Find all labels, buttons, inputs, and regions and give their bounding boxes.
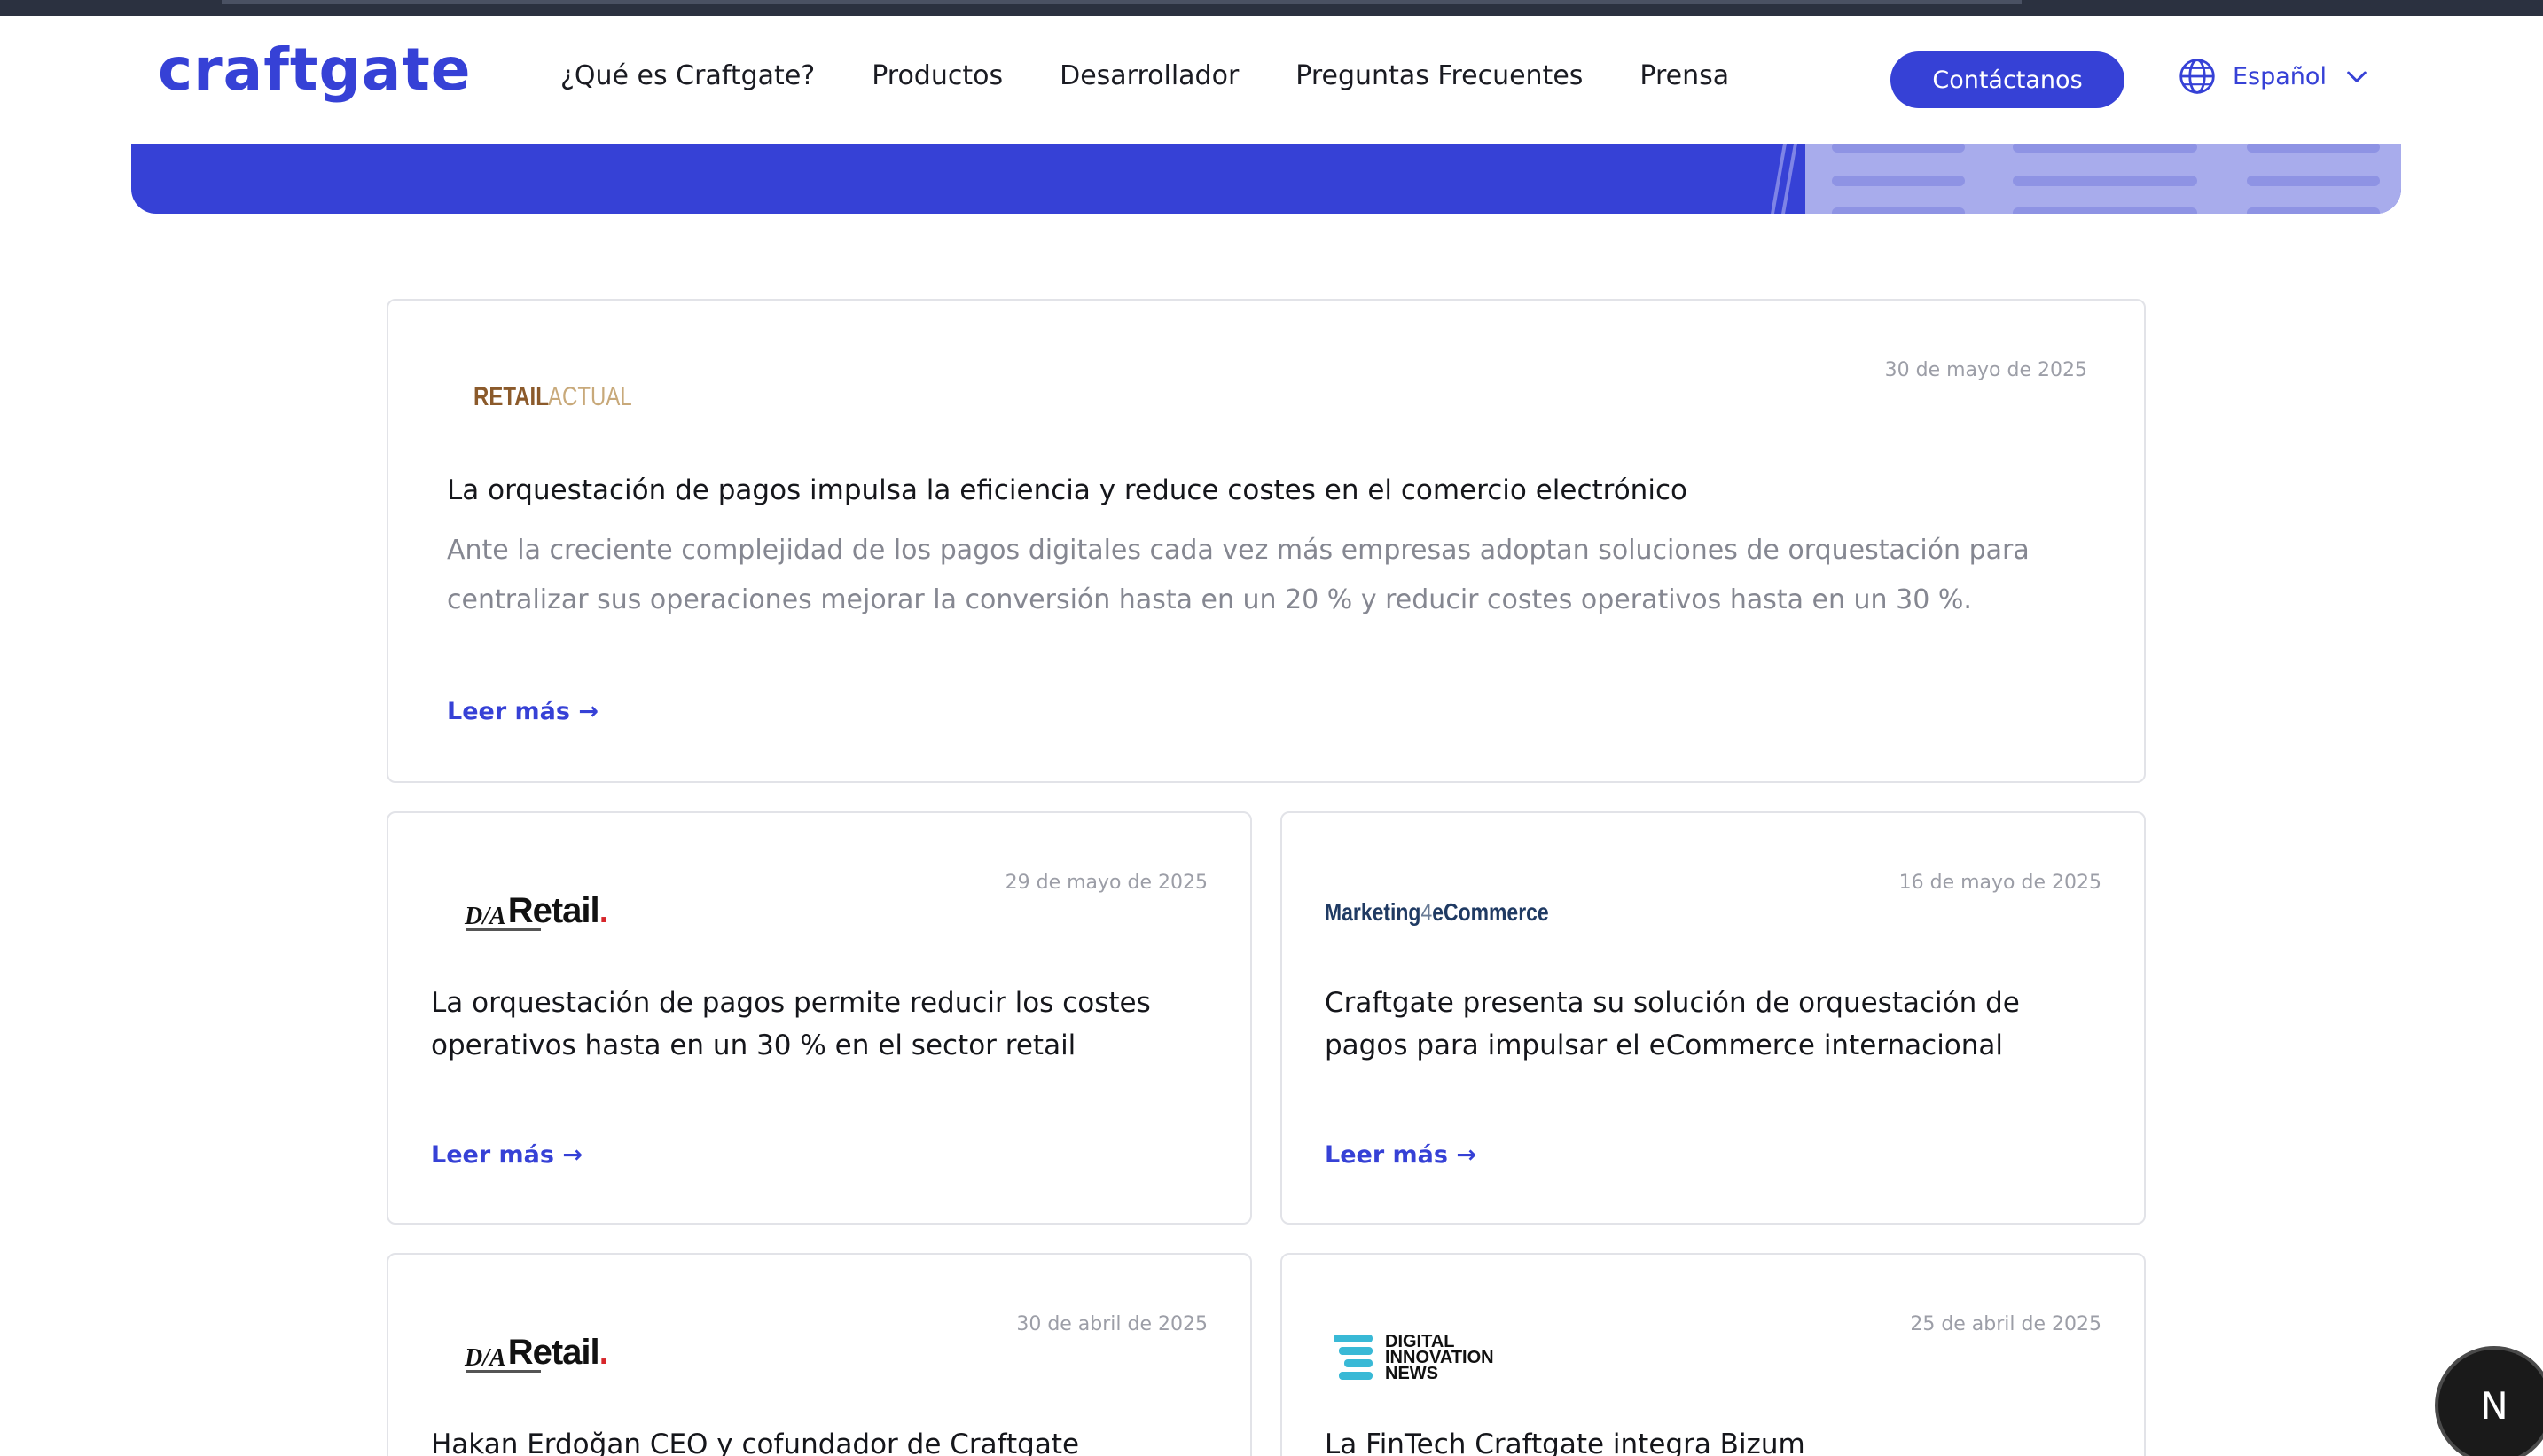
press-card-featured: RETAIL ACTUAL 30 de mayo de 2025 La orqu… — [387, 299, 2146, 783]
contact-button[interactable]: Contáctanos — [1890, 51, 2124, 108]
logo-dot: . — [599, 891, 609, 930]
din-logo-text: DIGITAL INNOVATION NEWS — [1385, 1333, 1494, 1383]
press-title[interactable]: La orquestación de pagos impulsa la efic… — [447, 469, 2087, 512]
press-excerpt: Ante la creciente complejidad de los pag… — [447, 535, 2030, 615]
nextjs-dev-indicator-button[interactable]: N — [2435, 1346, 2543, 1456]
nav-item-press[interactable]: Prensa — [1639, 60, 1729, 92]
hero-illustration-panel — [1805, 144, 2401, 214]
din-logo-mark — [1334, 1333, 1376, 1382]
site-header: craftgate ¿Qué es Craftgate? Productos D… — [0, 16, 2543, 144]
hero-stripe — [2247, 176, 2380, 186]
globe-icon — [2179, 59, 2215, 94]
logo-text: RETAIL — [473, 382, 549, 411]
press-date: 30 de abril de 2025 — [1016, 1313, 1208, 1335]
hero-stripe — [1832, 176, 1965, 186]
press-title[interactable]: La orquestación de pagos permite reducir… — [431, 982, 1193, 1067]
press-date: 25 de abril de 2025 — [1910, 1313, 2101, 1335]
browser-top-strip — [0, 0, 2543, 16]
read-more-link[interactable]: Leer más → — [447, 698, 599, 725]
logo-text: Retail — [507, 891, 600, 930]
nav-item-products[interactable]: Productos — [872, 60, 1003, 92]
logo-text: Retail — [507, 1333, 600, 1372]
craftgate-logo[interactable]: craftgate — [158, 41, 472, 99]
press-card: Marketing4eCommerce 16 de mayo de 2025 C… — [1280, 811, 2146, 1225]
hero-stripe — [2247, 144, 2380, 153]
da-retail-logo: D/A Retail . — [465, 1333, 609, 1373]
logo-text: D/A — [465, 903, 506, 930]
press-title[interactable]: Craftgate presenta su solución de orques… — [1325, 982, 2087, 1067]
logo-text: D/A — [465, 1344, 506, 1372]
language-selector[interactable]: Español — [2178, 57, 2371, 96]
top-strip-inner — [222, 0, 2022, 4]
nav-item-developer[interactable]: Desarrollador — [1060, 60, 1239, 92]
nav-item-what-is[interactable]: ¿Qué es Craftgate? — [560, 60, 815, 92]
main-nav: ¿Qué es Craftgate? Productos Desarrollad… — [560, 60, 1786, 92]
logo-text: ACTUAL — [548, 382, 632, 411]
nav-item-faq[interactable]: Preguntas Frecuentes — [1295, 60, 1583, 92]
hero-stripe — [2013, 176, 2197, 186]
press-card: DIGITAL INNOVATION NEWS 25 de abril de 2… — [1280, 1253, 2146, 1456]
logo-text: eCommerce — [1432, 898, 1549, 926]
read-more-link[interactable]: Leer más → — [431, 1141, 583, 1169]
press-card: D/A Retail . 29 de mayo de 2025 La orque… — [387, 811, 1252, 1225]
logo-dot: . — [599, 1333, 609, 1372]
read-more-link[interactable]: Leer más → — [1325, 1141, 1476, 1169]
logo-tagline — [466, 1370, 541, 1373]
hero-stripe — [1832, 144, 1965, 153]
press-title[interactable]: La FinTech Craftgate integra Bizum — [1325, 1423, 2087, 1456]
chevron-down-icon — [2347, 71, 2367, 82]
language-label: Español — [2233, 62, 2327, 90]
retail-actual-logo: RETAIL ACTUAL — [473, 382, 653, 412]
hero-stripe — [2013, 144, 2197, 153]
hero-stripe — [2247, 207, 2380, 214]
press-date: 16 de mayo de 2025 — [1898, 872, 2101, 894]
press-card: D/A Retail . 30 de abril de 2025 Hakan E… — [387, 1253, 1252, 1456]
press-date: 29 de mayo de 2025 — [1005, 872, 1208, 894]
hero-stripe — [1832, 207, 1965, 214]
logo-text: Marketing — [1325, 898, 1421, 926]
da-retail-logo: D/A Retail . — [465, 891, 609, 931]
hero-stripe — [2013, 207, 2197, 214]
logo-text: 4 — [1420, 898, 1433, 926]
marketing4ecommerce-logo: Marketing4eCommerce — [1325, 898, 1549, 927]
digital-innovation-news-logo: DIGITAL INNOVATION NEWS — [1334, 1333, 1494, 1382]
logo-text: NEWS — [1385, 1364, 1438, 1383]
logo-tagline — [466, 928, 541, 931]
press-date: 30 de mayo de 2025 — [1884, 359, 2087, 381]
hero-banner-bottom — [131, 144, 2401, 214]
press-title[interactable]: Hakan Erdoğan CEO y cofundador de Craftg… — [431, 1423, 1193, 1456]
